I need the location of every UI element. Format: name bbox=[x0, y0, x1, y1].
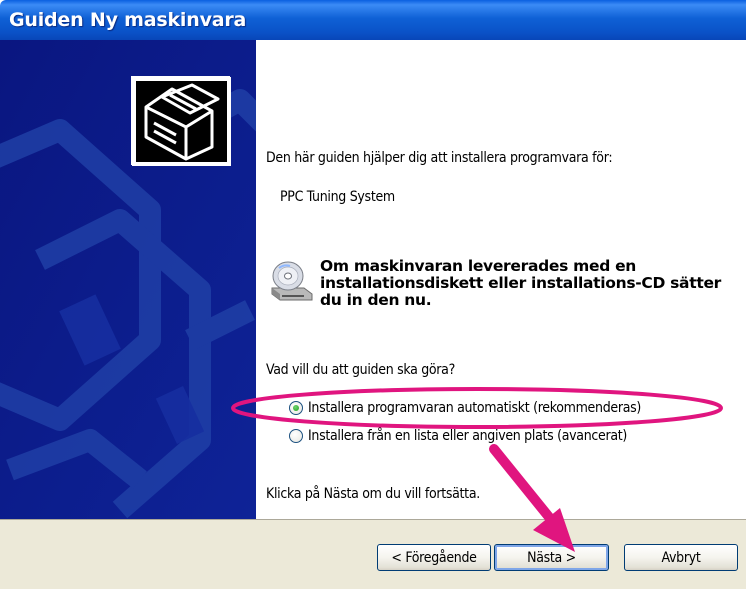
option-label[interactable]: Installera programvaran automatiskt (rek… bbox=[308, 400, 641, 416]
insert-cd-message: Om maskinvaran levererades med en instal… bbox=[320, 257, 721, 309]
radio-button-selected[interactable] bbox=[289, 401, 303, 415]
title-bar[interactable]: Guiden Ny maskinvara bbox=[0, 0, 746, 40]
question-text: Vad vill du att guiden ska göra? bbox=[266, 362, 455, 378]
button-bar: < Föregående Nästa > Avbryt bbox=[0, 519, 746, 589]
option-label[interactable]: Installera från en lista eller angiven p… bbox=[308, 428, 627, 444]
option-install-from-list[interactable]: Installera från en lista eller angiven p… bbox=[289, 426, 627, 446]
option-install-automatic[interactable]: Installera programvaran automatiskt (rek… bbox=[289, 398, 641, 418]
content-area: Den här guiden hjälper dig att installer… bbox=[256, 40, 746, 519]
back-button[interactable]: < Föregående bbox=[377, 544, 491, 571]
cancel-button[interactable]: Avbryt bbox=[624, 544, 738, 571]
footer-text: Klicka på Nästa om du vill fortsätta. bbox=[266, 486, 480, 502]
intro-text: Den här guiden hjälper dig att installer… bbox=[266, 150, 613, 166]
cd-drive-icon bbox=[268, 258, 314, 304]
device-name: PPC Tuning System bbox=[280, 189, 395, 205]
hardware-wizard-icon bbox=[131, 76, 231, 166]
window-title: Guiden Ny maskinvara bbox=[9, 9, 247, 31]
next-button[interactable]: Nästa > bbox=[494, 544, 609, 571]
wizard-window: Guiden Ny maskinvara Den här guiden hjäl… bbox=[0, 0, 746, 589]
radio-button[interactable] bbox=[289, 429, 303, 443]
